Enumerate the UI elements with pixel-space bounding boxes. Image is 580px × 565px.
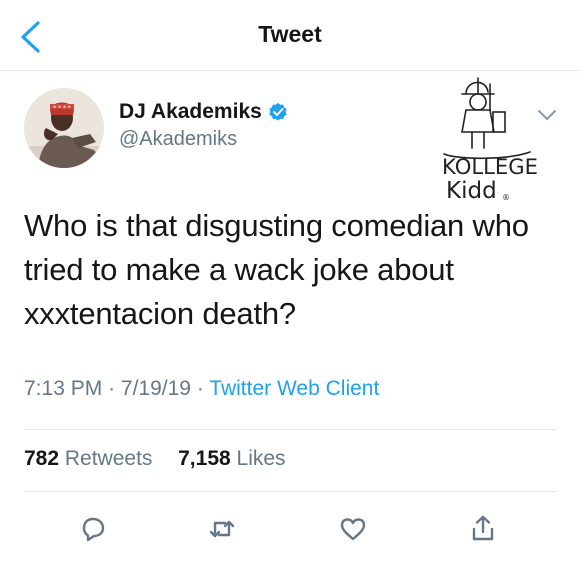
tweet-date: 7/19/19 [120,377,191,400]
avatar[interactable]: ★ ★ ★ ★ [24,88,104,168]
tweet-stats: 782 Retweets 7,158 Likes [24,447,286,471]
tweet-meta: 7:13 PM · 7/19/19 · Twitter Web Client [24,377,379,401]
like-button[interactable] [336,512,370,546]
share-icon [472,515,494,541]
svg-text:®: ® [502,193,510,202]
reply-icon [82,517,105,542]
share-button[interactable] [466,512,500,546]
divider [24,491,556,492]
likes-count: 7,158 [178,447,231,470]
retweet-icon [209,520,235,538]
tweet-text: Who is that disgusting comedian who trie… [24,208,529,331]
page-title: Tweet [258,21,322,47]
meta-separator: · [196,377,204,400]
verified-badge-icon [269,103,287,121]
author-name-row[interactable]: DJ Akademiks [119,100,288,124]
retweets-stat[interactable]: 782 Retweets [24,447,158,470]
meta-separator: · [108,377,116,400]
author-handle[interactable]: @Akademiks [119,128,237,151]
retweets-label: Retweets [64,447,153,470]
svg-text:KOLLEGE: KOLLEGE [442,155,538,179]
retweet-button[interactable] [205,512,239,546]
tweet-client-link[interactable]: Twitter Web Client [209,377,379,400]
tweet-time: 7:13 PM [24,377,103,400]
kollege-kidd-watermark-logo: KOLLEGE Kidd ® [442,77,538,204]
like-icon [340,518,366,541]
author-name[interactable]: DJ Akademiks [119,100,262,124]
svg-text:Kidd: Kidd [446,178,497,204]
reply-button[interactable] [76,512,110,546]
divider [24,429,556,430]
retweets-count: 782 [24,447,60,470]
navigation-bar: Tweet [0,0,580,71]
svg-text:★ ★ ★ ★: ★ ★ ★ ★ [53,104,72,109]
likes-stat[interactable]: 7,158 Likes [172,447,285,470]
chevron-down-icon[interactable] [536,106,558,124]
likes-label: Likes [236,447,286,470]
